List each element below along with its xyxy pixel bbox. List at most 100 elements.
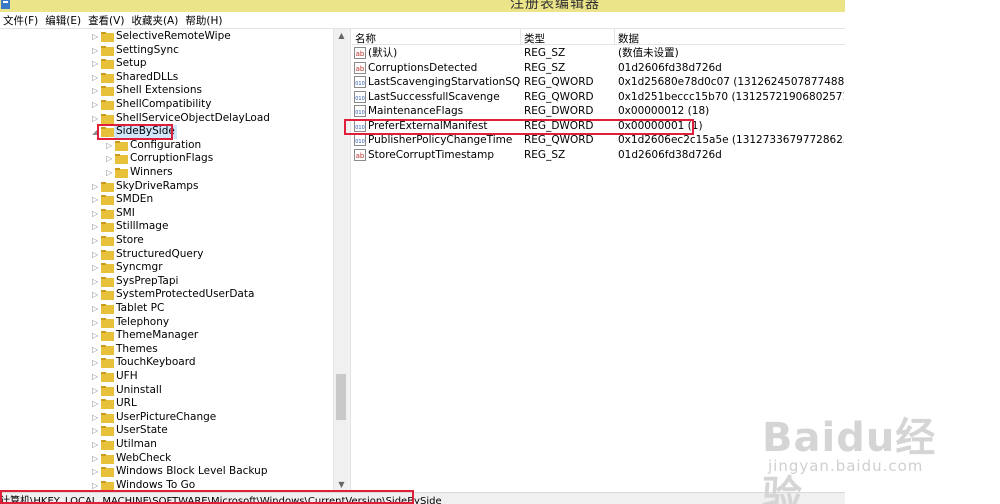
scroll-thumb[interactable] — [336, 374, 346, 420]
expand-arrow-icon[interactable]: ▷ — [92, 44, 100, 58]
tree-item-label: ThemeManager — [116, 329, 199, 342]
list-row[interactable]: 010 MaintenanceFlags REG_DWORD 0x00000012 (… — [352, 104, 845, 119]
expand-arrow-icon[interactable]: ▷ — [92, 384, 100, 398]
folder-icon — [101, 113, 114, 124]
expand-arrow-icon[interactable]: ▷ — [106, 166, 114, 180]
tree-item-label: SMDEn — [116, 193, 154, 206]
column-header-data[interactable]: 数据 — [618, 31, 639, 46]
expand-arrow-icon[interactable]: ▷ — [92, 329, 100, 343]
column-divider[interactable] — [614, 29, 615, 45]
tree-item-label: Winners — [130, 166, 173, 178]
expand-arrow-icon[interactable]: ▷ — [92, 98, 100, 112]
folder-icon — [101, 208, 114, 219]
watermark-url: jingyan.baidu.com — [768, 457, 924, 475]
menu-favorites[interactable]: 收藏夹(A) — [131, 13, 178, 28]
expand-arrow-icon[interactable]: ▷ — [92, 248, 100, 262]
svg-text:ab: ab — [356, 65, 365, 73]
tree-item-label: Themes — [116, 342, 158, 355]
expand-arrow-icon[interactable]: ▷ — [92, 424, 100, 438]
value-data: 0x1d25680e78d0c07 (131262450787748871) — [618, 76, 844, 88]
pane-splitter[interactable] — [348, 29, 351, 492]
value-data: 0x1d2606ec2c15a5e (131273367977286238) — [618, 134, 844, 146]
value-type: REG_QWORD — [524, 134, 594, 146]
menu-edit[interactable]: 编辑(E) — [45, 13, 81, 28]
value-type: REG_DWORD — [524, 105, 594, 117]
expand-arrow-icon[interactable]: ▷ — [92, 302, 100, 316]
menu-help[interactable]: 帮助(H) — [185, 13, 222, 28]
expand-arrow-icon[interactable]: ▷ — [92, 57, 100, 71]
expand-arrow-icon[interactable]: ▷ — [106, 152, 114, 166]
expand-arrow-icon[interactable]: ▷ — [92, 288, 100, 302]
expand-arrow-icon[interactable]: ▷ — [92, 356, 100, 370]
folder-icon — [101, 276, 114, 287]
string-value-icon: ab — [354, 47, 366, 59]
tree-item-label: URL — [116, 397, 137, 410]
expand-arrow-icon[interactable]: ▷ — [92, 261, 100, 275]
expand-arrow-icon[interactable]: ▷ — [92, 71, 100, 85]
tree-item-label: SystemProtectedUserData — [116, 288, 255, 301]
folder-icon — [101, 440, 114, 450]
list-row[interactable]: ab StoreCorruptTimestamp REG_SZ 01d2606fd38… — [352, 148, 845, 163]
tree-item-label: TouchKeyboard — [116, 356, 196, 369]
tree-item-label: Windows Block Level Backup — [116, 465, 268, 478]
folder-icon — [101, 385, 114, 396]
expand-arrow-icon[interactable]: ▷ — [92, 30, 100, 44]
expand-arrow-icon[interactable]: ▷ — [92, 438, 100, 452]
tree-item-label: Syncmgr — [116, 261, 163, 274]
column-header-type[interactable]: 类型 — [524, 31, 545, 46]
tree-item-label: SysPrepTapi — [116, 274, 179, 287]
folder-icon — [101, 222, 114, 233]
expand-arrow-icon[interactable]: ▷ — [92, 452, 100, 466]
value-data: 01d2606fd38d726d — [618, 148, 722, 161]
expand-arrow-icon[interactable]: ▷ — [92, 193, 100, 207]
scroll-up-arrow-icon[interactable]: ▲ — [334, 29, 349, 43]
svg-text:010: 010 — [355, 96, 365, 102]
folder-icon — [115, 140, 128, 151]
expand-arrow-icon[interactable]: ▷ — [92, 397, 100, 411]
column-header-name[interactable]: 名称 — [355, 31, 376, 46]
value-data: 01d2606fd38d726d — [618, 61, 722, 74]
tree-item-label: Tablet PC — [116, 302, 165, 314]
prefer-external-manifest-highlight-box — [344, 119, 694, 135]
tree-item-label: Shell Extensions — [116, 84, 202, 97]
folder-icon — [101, 59, 114, 70]
folder-icon — [115, 154, 128, 165]
expand-arrow-icon[interactable]: ▷ — [92, 370, 100, 384]
folder-icon — [101, 45, 114, 56]
expand-arrow-icon[interactable]: ▷ — [92, 411, 100, 425]
folder-icon — [101, 372, 114, 382]
expand-arrow-icon[interactable]: ▷ — [92, 465, 100, 479]
menu-file[interactable]: 文件(F) — [3, 13, 38, 28]
tree-vertical-scrollbar[interactable]: ▲ ▼ — [333, 29, 348, 492]
registry-key-tree[interactable]: ▷ SelectiveRemoteWipe ▷ SettingSync ▷ Setup ▷ S… — [0, 29, 333, 492]
value-name: StoreCorruptTimestamp — [368, 148, 495, 161]
expand-arrow-icon[interactable]: ▷ — [92, 234, 100, 248]
list-row[interactable]: 010LastScavengingStarvationSQMR... REG_QW… — [352, 75, 845, 90]
list-row[interactable]: ab CorruptionsDetected REG_SZ 01d2606fd38d7… — [352, 61, 845, 76]
expand-arrow-icon[interactable]: ▷ — [92, 316, 100, 330]
list-row[interactable]: 010 PublisherPolicyChangeTime REG_QWORD 0x1… — [352, 133, 845, 148]
folder-icon — [101, 317, 114, 328]
string-value-icon: ab — [354, 148, 366, 161]
expand-arrow-icon[interactable]: ▷ — [92, 84, 100, 98]
value-type: REG_QWORD — [524, 90, 594, 103]
expand-arrow-icon[interactable]: ▷ — [92, 180, 100, 194]
value-data: 0x00000012 (18) — [618, 105, 710, 117]
list-row[interactable]: ab (默认) REG_SZ (数值未设置) — [352, 46, 845, 61]
expand-arrow-icon[interactable]: ▷ — [92, 343, 100, 357]
column-divider[interactable] — [520, 29, 521, 45]
tree-item-label: Setup — [116, 57, 147, 70]
title-bar: 注册表编辑器 — [0, 0, 845, 12]
tree-item-label: UserPictureChange — [116, 410, 217, 423]
tree-item-label: Configuration — [130, 138, 202, 151]
binary-value-icon: 010 — [354, 134, 366, 146]
expand-arrow-icon[interactable]: ▷ — [92, 207, 100, 221]
expand-arrow-icon[interactable]: ▷ — [106, 139, 114, 153]
value-name: PublisherPolicyChangeTime — [368, 134, 513, 146]
expand-arrow-icon[interactable]: ▷ — [92, 220, 100, 234]
folder-icon — [101, 304, 114, 314]
expand-arrow-icon[interactable]: ▷ — [92, 275, 100, 289]
svg-text:010: 010 — [355, 139, 365, 145]
list-row[interactable]: 010 LastSuccessfullScavenge REG_QWORD 0x1d2… — [352, 90, 845, 105]
menu-view[interactable]: 查看(V) — [88, 13, 124, 28]
